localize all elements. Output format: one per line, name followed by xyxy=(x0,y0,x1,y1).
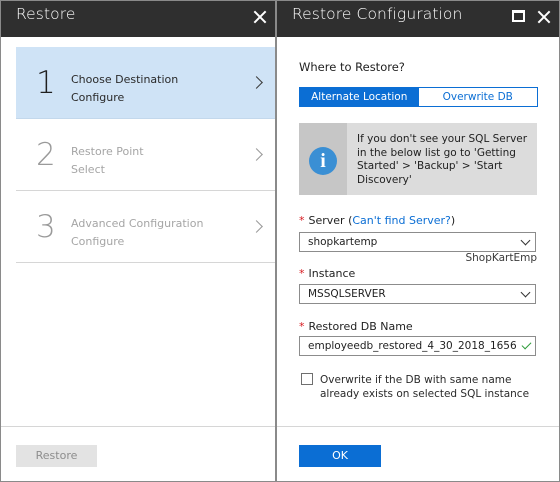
step-title: Advanced Configuration xyxy=(71,217,204,230)
ok-button[interactable]: OK xyxy=(299,445,381,467)
chevron-down-icon xyxy=(520,235,531,246)
restore-blade-title: Restore xyxy=(16,5,76,23)
restore-configuration-header: Restore Configuration xyxy=(277,1,559,37)
step-subtitle: Configure xyxy=(71,91,125,104)
step-number: 3 xyxy=(36,209,56,245)
dbname-label-row: * Restored DB Name xyxy=(299,320,413,333)
step-advanced-configuration[interactable]: 3 Advanced Configuration Configure xyxy=(16,191,281,263)
cant-find-server-link[interactable]: Can't find Server? xyxy=(352,214,451,227)
info-icon: i xyxy=(309,147,337,175)
instance-dropdown[interactable]: MSSQLSERVER xyxy=(299,284,536,304)
server-label: Server xyxy=(308,214,345,227)
step-choose-destination[interactable]: 1 Choose Destination Configure xyxy=(16,47,281,119)
overwrite-checkbox-label: Overwrite if the DB with same name alrea… xyxy=(320,374,530,400)
footer-divider xyxy=(277,426,559,427)
maximize-icon[interactable] xyxy=(512,10,525,22)
overwrite-checkbox[interactable] xyxy=(301,373,313,385)
instance-label: Instance xyxy=(308,267,356,280)
restore-configuration-blade: Restore Configuration Where to Restore? … xyxy=(277,1,559,480)
info-text: If you don't see your SQL Server in the … xyxy=(357,133,528,186)
step-restore-point[interactable]: 2 Restore Point Select xyxy=(16,119,281,191)
instance-value: MSSQLSERVER xyxy=(308,288,386,300)
required-marker: * xyxy=(299,320,305,333)
chevron-down-icon xyxy=(520,287,531,298)
tab-alternate-location[interactable]: Alternate Location xyxy=(300,88,419,106)
instance-label-row: * Instance xyxy=(299,267,355,280)
restored-db-name-input[interactable]: employeedb_restored_4_30_2018_1656 xyxy=(299,336,536,356)
step-subtitle: Select xyxy=(71,163,105,176)
restore-button[interactable]: Restore xyxy=(16,445,97,467)
step-title: Restore Point xyxy=(71,145,144,158)
step-number: 2 xyxy=(36,137,56,173)
chevron-right-icon xyxy=(250,148,263,161)
required-marker: * xyxy=(299,214,305,227)
step-subtitle: Configure xyxy=(71,235,125,248)
server-hint: ShopKartEmp xyxy=(465,252,537,264)
where-to-restore-label: Where to Restore? xyxy=(299,60,405,74)
chevron-right-icon xyxy=(250,76,263,89)
server-dropdown[interactable]: shopkartemp xyxy=(299,232,536,252)
step-title: Choose Destination xyxy=(71,73,179,86)
dbname-label: Restored DB Name xyxy=(308,320,413,333)
link-paren: ) xyxy=(450,214,456,227)
step-number: 1 xyxy=(36,65,56,101)
server-label-row: * Server (Can't find Server?) xyxy=(299,214,455,227)
tab-overwrite-db[interactable]: Overwrite DB xyxy=(418,88,537,106)
info-banner: i If you don't see your SQL Server in th… xyxy=(299,123,537,195)
restore-blade: Restore 1 Choose Destination Configure 2… xyxy=(1,1,281,480)
close-icon[interactable] xyxy=(537,10,551,24)
footer-divider xyxy=(1,426,275,427)
required-marker: * xyxy=(299,267,305,280)
restore-location-toggle: Alternate Location Overwrite DB xyxy=(299,87,538,107)
restore-configuration-title: Restore Configuration xyxy=(292,5,463,23)
chevron-right-icon xyxy=(250,220,263,233)
info-icon-area: i xyxy=(299,123,347,195)
dbname-value: employeedb_restored_4_30_2018_1656 xyxy=(308,340,517,352)
server-value: shopkartemp xyxy=(308,236,378,248)
restore-steps: 1 Choose Destination Configure 2 Restore… xyxy=(16,47,281,263)
close-icon[interactable] xyxy=(253,10,267,24)
checkmark-icon xyxy=(521,339,532,350)
restore-blade-header: Restore xyxy=(1,1,275,37)
